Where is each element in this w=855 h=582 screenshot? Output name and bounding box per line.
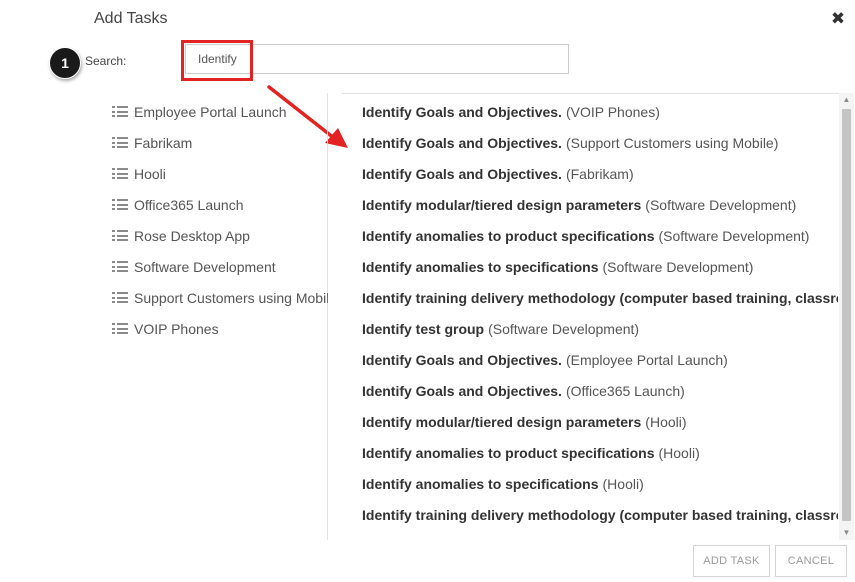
- step-number-badge: 1: [49, 47, 81, 79]
- task-name: Identify Goals and Objectives.: [362, 134, 562, 151]
- project-item[interactable]: Office365 Launch: [112, 189, 328, 220]
- task-item[interactable]: Identify anomalies to product specificat…: [362, 437, 838, 468]
- task-project: (Hooli): [602, 475, 644, 492]
- project-item-label: Software Development: [134, 258, 276, 275]
- task-name: Identify anomalies to specifications: [362, 475, 599, 492]
- list-icon: [112, 261, 128, 272]
- task-project: (Hooli): [658, 444, 700, 461]
- cancel-button[interactable]: CANCEL: [775, 545, 847, 577]
- project-item-label: Office365 Launch: [134, 196, 244, 213]
- task-name: Identify Goals and Objectives.: [362, 382, 562, 399]
- project-item[interactable]: VOIP Phones: [112, 313, 328, 344]
- list-icon: [112, 199, 128, 210]
- task-project: (Software Development): [658, 227, 810, 244]
- task-name: Identify Goals and Objectives.: [362, 351, 562, 368]
- task-item[interactable]: Identify anomalies to specifications (Sof…: [362, 251, 838, 282]
- task-list: Identify Goals and Objectives. (VOIP Phon…: [362, 96, 838, 540]
- task-item[interactable]: Identify training delivery methodology (…: [362, 282, 838, 313]
- task-name: Identify anomalies to specifications: [362, 258, 599, 275]
- project-item[interactable]: Support Customers using Mobile: [112, 282, 328, 313]
- task-name: Identify Goals and Objectives.: [362, 103, 562, 120]
- task-item[interactable]: Identify modular/tiered design parameter…: [362, 406, 838, 437]
- project-item-label: Support Customers using Mobile: [134, 289, 328, 306]
- scroll-up-arrow-icon[interactable]: ▲: [839, 93, 854, 107]
- list-icon: [112, 230, 128, 241]
- project-item-label: VOIP Phones: [134, 320, 219, 337]
- task-item[interactable]: Identify Goals and Objectives. (Office365…: [362, 375, 838, 406]
- task-project: (VOIP Phones): [565, 103, 660, 120]
- scroll-thumb[interactable]: [842, 109, 851, 521]
- list-icon: [112, 106, 128, 117]
- task-name: Identify modular/tiered design parameter…: [362, 413, 642, 430]
- dialog-title: Add Tasks: [94, 10, 168, 27]
- close-icon[interactable]: ✖: [829, 9, 847, 29]
- scroll-down-arrow-icon[interactable]: ▼: [839, 526, 854, 540]
- task-name: Identify training delivery methodology (…: [362, 506, 838, 523]
- task-name: Identify modular/tiered design parameter…: [362, 196, 642, 213]
- task-project: (Office365 Launch): [565, 382, 685, 399]
- task-name: Identify anomalies to product specificat…: [362, 444, 655, 461]
- project-list: Employee Portal Launch Fabrikam Hooli Offic…: [112, 96, 328, 540]
- task-project: (Software Development): [602, 258, 754, 275]
- add-task-button[interactable]: ADD TASK: [693, 545, 770, 577]
- task-list-scrollbar[interactable]: ▲ ▼: [839, 93, 854, 540]
- search-label: Search:: [85, 54, 127, 68]
- list-icon: [112, 292, 128, 303]
- task-item[interactable]: Identify test group (Software Development…: [362, 313, 838, 344]
- project-item-label: Employee Portal Launch: [134, 103, 287, 120]
- project-item[interactable]: Fabrikam: [112, 127, 328, 158]
- project-item[interactable]: Employee Portal Launch: [112, 96, 328, 127]
- task-name: Identify test group: [362, 320, 485, 337]
- task-project: (Employee Portal Launch): [565, 351, 728, 368]
- task-name: Identify training delivery methodology (…: [362, 289, 838, 306]
- list-icon: [112, 137, 128, 148]
- search-input[interactable]: [185, 44, 569, 74]
- task-item[interactable]: Identify training delivery methodology (…: [362, 499, 838, 530]
- task-project: (Fabrikam): [565, 165, 634, 182]
- task-item[interactable]: Identify Goals and Objectives. (Support C…: [362, 127, 838, 158]
- project-item[interactable]: Rose Desktop App: [112, 220, 328, 251]
- task-name: Identify anomalies to product specificat…: [362, 227, 655, 244]
- project-item[interactable]: Software Development: [112, 251, 328, 282]
- task-project: (Hooli): [645, 413, 687, 430]
- project-item-label: Fabrikam: [134, 134, 193, 151]
- project-item-label: Hooli: [134, 165, 166, 182]
- list-top-divider: [342, 93, 842, 94]
- list-icon: [112, 323, 128, 334]
- task-item[interactable]: Identify Goals and Objectives. (Employee …: [362, 344, 838, 375]
- task-item[interactable]: Identify anomalies to specifications (Hoo…: [362, 468, 838, 499]
- task-project: (Software Development): [645, 196, 797, 213]
- task-item[interactable]: Identify modular/tiered design parameter…: [362, 189, 838, 220]
- list-icon: [112, 168, 128, 179]
- project-item[interactable]: Hooli: [112, 158, 328, 189]
- task-project: (Software Development): [488, 320, 640, 337]
- project-item-label: Rose Desktop App: [134, 227, 250, 244]
- task-item[interactable]: Identify Goals and Objectives. (VOIP Phon…: [362, 96, 838, 127]
- task-item[interactable]: Identify Goals and Objectives. (Fabrikam): [362, 158, 838, 189]
- task-item[interactable]: Identify anomalies to product specificat…: [362, 220, 838, 251]
- task-name: Identify Goals and Objectives.: [362, 165, 562, 182]
- task-project: (Support Customers using Mobile): [565, 134, 779, 151]
